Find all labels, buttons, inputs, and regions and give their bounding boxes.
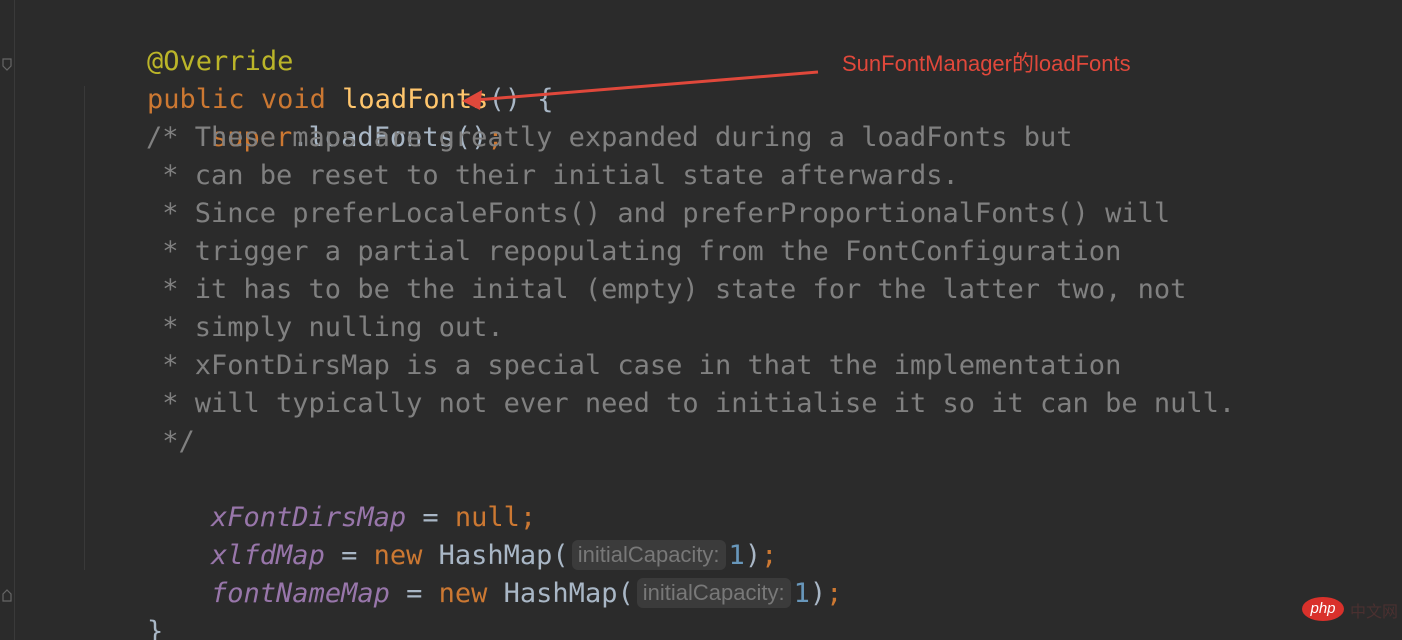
php-logo-icon: php [1302, 597, 1344, 621]
code-editor[interactable]: @Override public void loadFonts() { supe… [0, 0, 1402, 640]
callout-label: SunFontManager的loadFonts [842, 51, 1131, 76]
watermark-tail: 中文网 [1350, 604, 1399, 621]
watermark-badge-text: php [1310, 600, 1336, 617]
callout-arrow-icon [462, 70, 819, 110]
